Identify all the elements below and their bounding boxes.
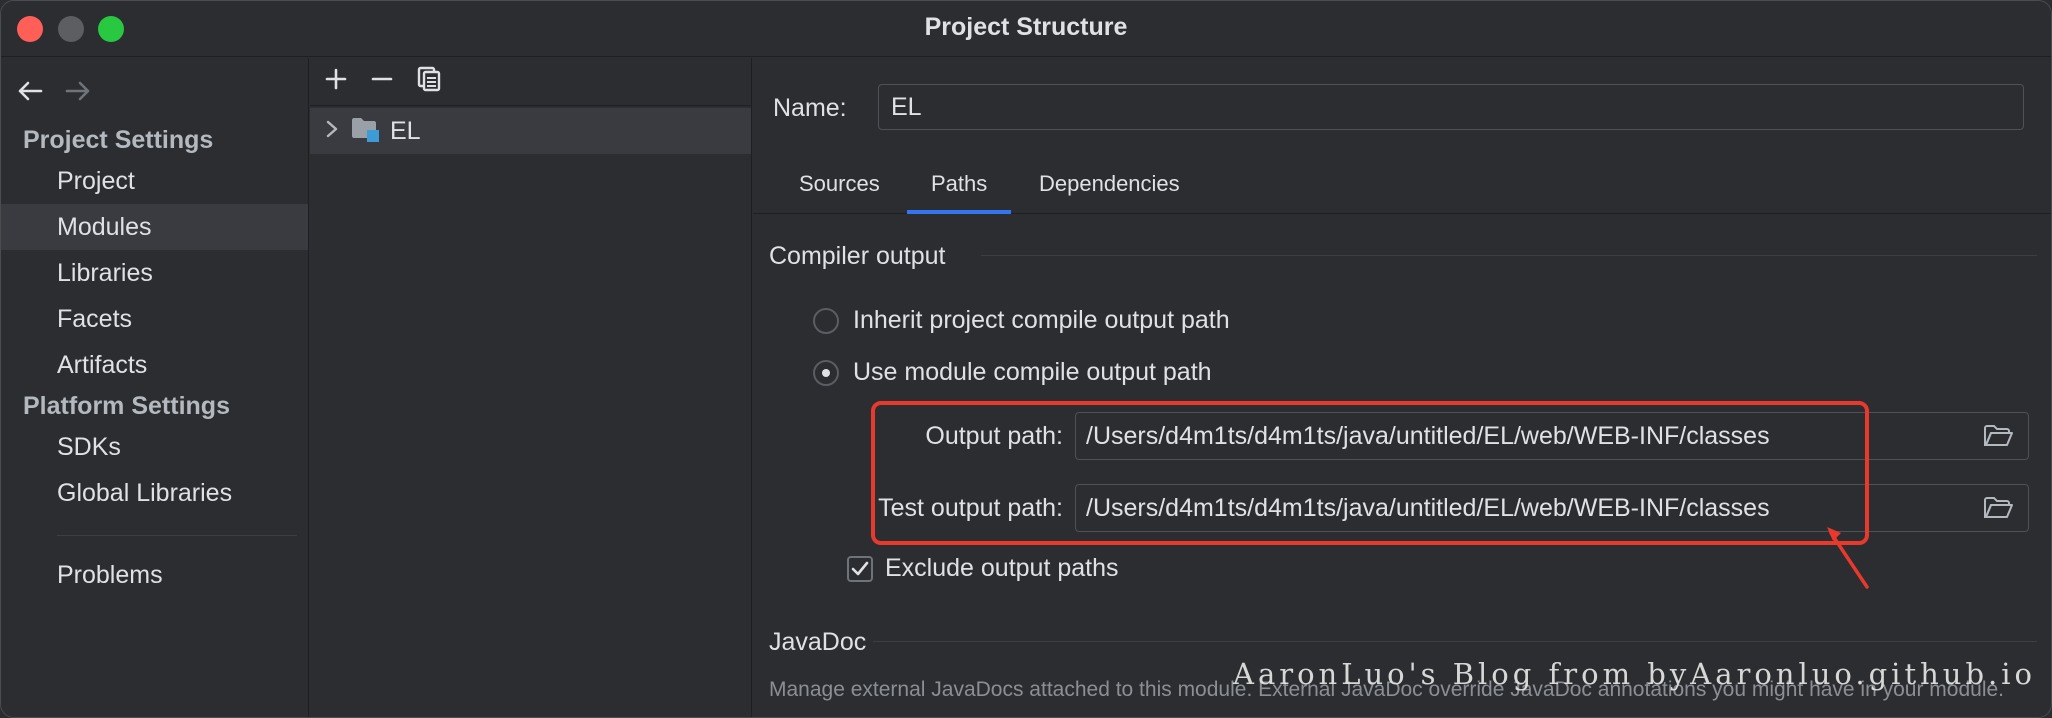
inherit-output-label: Inherit project compile output path	[853, 306, 1230, 334]
back-arrow-icon[interactable]	[17, 80, 43, 102]
project-settings-heading: Project Settings	[23, 126, 214, 154]
module-tabs: Sources Paths Dependencies	[753, 158, 2051, 214]
compiler-output-title: Compiler output	[769, 242, 946, 270]
output-path-field[interactable]: /Users/d4m1ts/d4m1ts/java/untitled/EL/we…	[1075, 412, 2029, 460]
module-name-input[interactable]	[878, 84, 2024, 130]
module-output-label: Use module compile output path	[853, 358, 1212, 386]
nav-item-project[interactable]: Project	[1, 158, 308, 204]
nav-divider	[57, 535, 297, 536]
platform-settings-heading: Platform Settings	[23, 392, 230, 420]
tree-toolbar	[310, 58, 751, 106]
exclude-output-checkbox[interactable]	[847, 555, 873, 582]
nav-item-global-libraries[interactable]: Global Libraries	[1, 470, 308, 516]
folder-icon[interactable]	[1968, 485, 2028, 531]
test-output-path-label: Test output path:	[878, 494, 1063, 522]
chevron-right-icon[interactable]	[324, 117, 340, 146]
folder-icon[interactable]	[1968, 413, 2028, 459]
inherit-output-option[interactable]: Inherit project compile output path	[813, 306, 1230, 335]
title-bar: Project Structure	[1, 1, 2051, 57]
name-label: Name:	[773, 94, 847, 122]
project-structure-window: Project Structure Project Settings Proje…	[0, 0, 2052, 718]
module-output-radio[interactable]	[813, 359, 839, 386]
nav-item-artifacts[interactable]: Artifacts	[1, 342, 308, 388]
nav-history	[17, 66, 91, 116]
tab-sources[interactable]: Sources	[775, 158, 904, 214]
test-output-path-field[interactable]: /Users/d4m1ts/d4m1ts/java/untitled/EL/we…	[1075, 484, 2029, 532]
nav-item-problems[interactable]: Problems	[1, 552, 308, 598]
copy-icon[interactable]	[416, 66, 442, 97]
plus-icon[interactable]	[324, 67, 348, 96]
nav-item-facets[interactable]: Facets	[1, 296, 308, 342]
module-folder-icon	[350, 114, 380, 149]
module-settings-panel: Name: Sources Paths Dependencies Compile…	[753, 58, 2051, 717]
window-title: Project Structure	[924, 13, 1128, 41]
forward-arrow-icon[interactable]	[65, 80, 91, 102]
javadoc-title: JavaDoc	[769, 628, 867, 656]
output-path-value[interactable]: /Users/d4m1ts/d4m1ts/java/untitled/EL/we…	[1086, 422, 1968, 451]
blog-watermark: AaronLuo's Blog from byAaronluo.github.i…	[1233, 657, 2036, 691]
nav-item-sdks[interactable]: SDKs	[1, 424, 308, 470]
tab-paths[interactable]: Paths	[907, 158, 1012, 214]
nav-item-modules[interactable]: Modules	[1, 204, 308, 250]
nav-item-libraries[interactable]: Libraries	[1, 250, 308, 296]
javadoc-divider	[873, 641, 2037, 642]
inherit-output-radio[interactable]	[813, 307, 839, 334]
module-name: EL	[390, 116, 421, 145]
module-tree-panel: EL	[310, 58, 752, 717]
tab-dependencies[interactable]: Dependencies	[1015, 158, 1204, 214]
exclude-output-label: Exclude output paths	[885, 554, 1119, 582]
settings-nav: Project Settings Project Modules Librari…	[1, 58, 309, 717]
minus-icon[interactable]	[370, 67, 394, 96]
test-output-path-value[interactable]: /Users/d4m1ts/d4m1ts/java/untitled/EL/we…	[1086, 494, 1968, 523]
exclude-output-option[interactable]: Exclude output paths	[847, 554, 1119, 583]
tree-row-module[interactable]: EL	[310, 108, 751, 154]
module-output-option[interactable]: Use module compile output path	[813, 358, 1212, 387]
compiler-output-divider	[981, 255, 2037, 256]
output-path-label: Output path:	[925, 422, 1063, 450]
